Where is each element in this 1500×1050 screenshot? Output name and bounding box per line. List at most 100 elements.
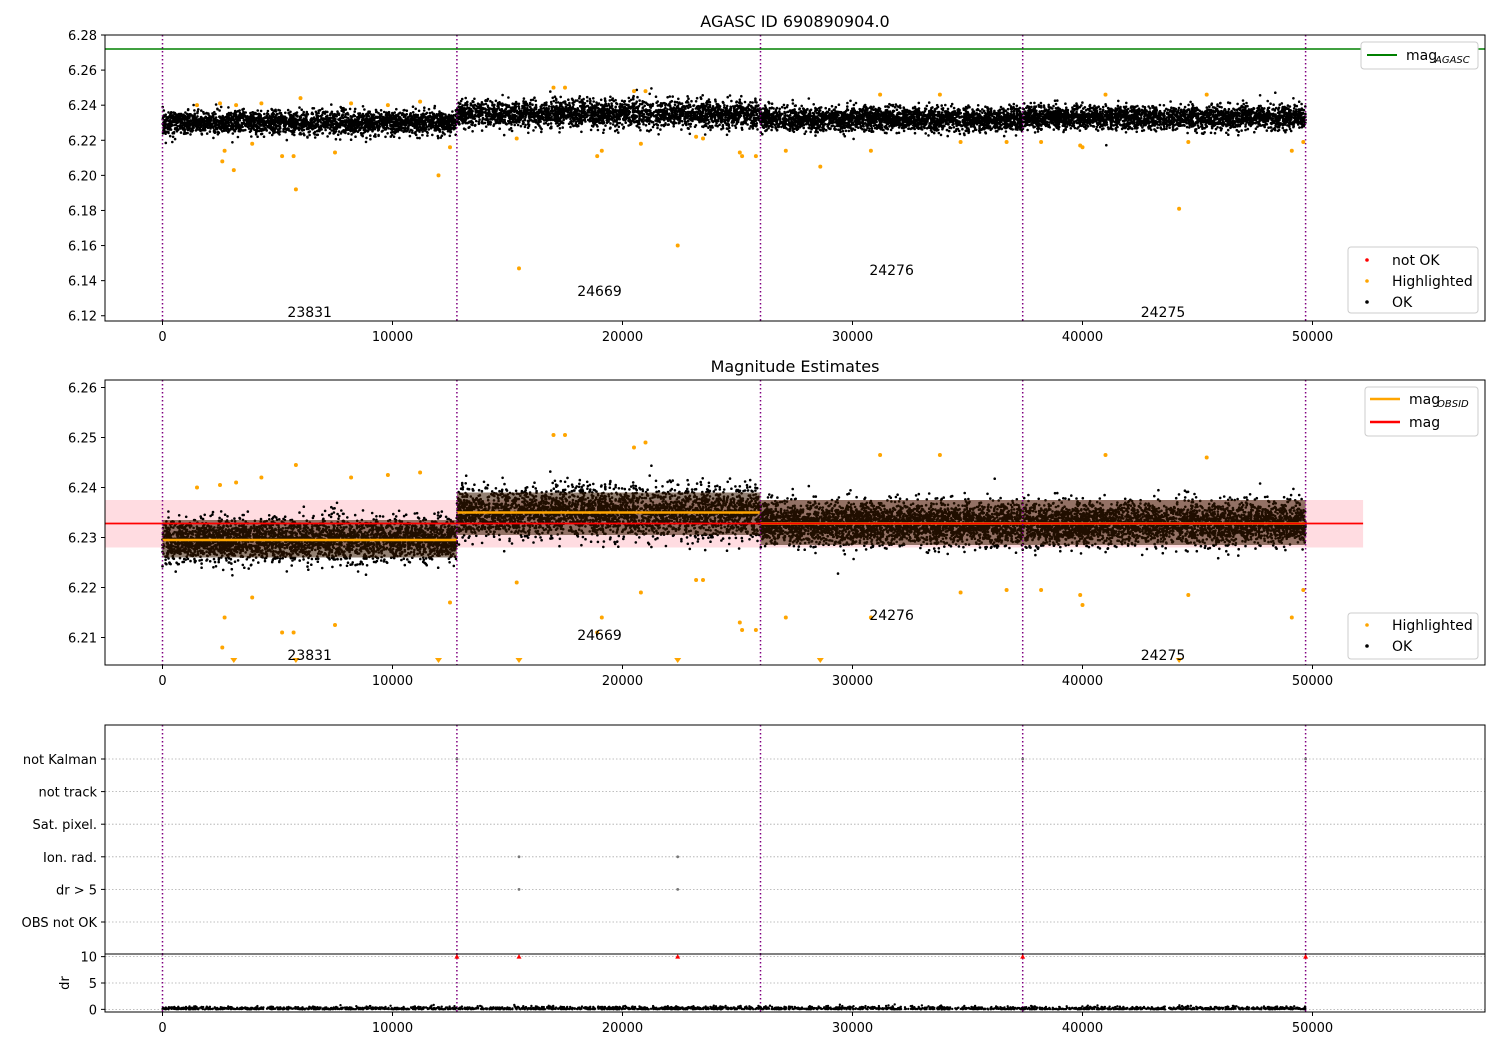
y-tick-label: 6.26 <box>68 382 97 397</box>
highlighted-point <box>868 148 873 153</box>
highlighted-point <box>737 620 742 625</box>
below-range-marker <box>674 658 682 663</box>
x-tick-label: 10000 <box>372 330 413 345</box>
highlighted-point <box>218 483 222 487</box>
highlighted-point <box>349 101 354 106</box>
highlighted-point <box>333 623 337 627</box>
highlighted-point <box>1186 593 1191 597</box>
highlighted-point <box>675 243 680 248</box>
flags-panel: not Kalman not track Sat. pixel. Ion. rad. d… <box>22 724 1486 955</box>
agasc-magnitude-panel: AGASC ID 690890904.0 23831 24669 24276 24275… <box>68 12 1486 345</box>
y-tick-label: 6.12 <box>68 310 97 325</box>
highlighted-point <box>1103 453 1108 457</box>
flag-point <box>517 888 521 891</box>
x-tick-label: 20000 <box>602 674 643 689</box>
x-tick-label: 0 <box>158 674 166 689</box>
highlighted-point <box>220 645 225 650</box>
highlighted-point <box>783 615 788 620</box>
highlighted-point <box>291 154 296 159</box>
highlighted-point <box>551 433 556 437</box>
legend-label: Highlighted <box>1392 618 1473 634</box>
ok-points <box>161 103 459 145</box>
highlighted-point <box>1301 588 1306 592</box>
highlighted-point <box>333 150 337 155</box>
x-tick-label: 40000 <box>1062 330 1103 345</box>
highlighted-point <box>1177 206 1182 211</box>
x-tick-label: 40000 <box>1062 1021 1103 1036</box>
highlighted-point <box>1039 140 1044 145</box>
highlighted-point <box>638 590 643 595</box>
flag-point <box>1304 757 1307 761</box>
y-tick-label: 5 <box>89 977 97 992</box>
highlighted-point <box>878 92 883 97</box>
highlighted-point <box>218 101 222 106</box>
flag-row-label: Ion. rad. <box>43 851 97 866</box>
x-tick-label: 20000 <box>602 1021 643 1036</box>
x-tick-label: 30000 <box>832 674 873 689</box>
legend-label: mag <box>1406 48 1437 64</box>
y-tick-label: 6.28 <box>68 29 97 44</box>
x-tick-label: 50000 <box>1292 1021 1333 1036</box>
obsid-label: 23831 <box>287 648 332 664</box>
below-range-marker <box>230 658 238 663</box>
below-range-marker <box>515 658 523 663</box>
highlighted-point <box>385 473 390 477</box>
highlighted-point <box>818 164 823 169</box>
flag-row-label: not Kalman <box>23 753 97 768</box>
ok-points <box>1021 91 1307 147</box>
highlighted-point <box>1080 603 1085 607</box>
highlighted-point <box>1301 140 1306 145</box>
highlighted-point <box>436 173 441 178</box>
x-tick-label: 30000 <box>832 1021 873 1036</box>
highlighted-point <box>195 103 199 108</box>
highlighted-point <box>298 96 303 101</box>
highlighted-point <box>1078 593 1083 597</box>
highlighted-point <box>280 154 285 159</box>
legend-sub: AGASC <box>1434 55 1470 66</box>
y-tick-label: 6.23 <box>68 532 97 547</box>
y-tick-label: 6.22 <box>68 582 97 597</box>
obsid-label: 24276 <box>869 263 914 279</box>
highlighted-point <box>1004 588 1009 592</box>
chart-title: Magnitude Estimates <box>711 357 880 376</box>
legend-label: mag <box>1409 392 1440 408</box>
flag-point <box>517 855 521 859</box>
y-tick-label: 6.21 <box>68 632 97 647</box>
highlighted-point <box>878 453 883 457</box>
highlighted-point <box>694 134 699 139</box>
highlighted-point <box>222 615 227 620</box>
highlighted-point <box>280 630 285 635</box>
ok-points <box>759 97 1024 141</box>
legend-marker <box>1365 644 1369 648</box>
legend-label: Highlighted <box>1392 274 1473 290</box>
highlighted-point <box>418 470 423 475</box>
highlighted-point <box>643 440 648 445</box>
highlighted-point <box>694 578 699 582</box>
highlighted-point <box>234 480 239 485</box>
highlighted-point <box>1103 92 1108 97</box>
figure: AGASC ID 690890904.0 23831 24669 24276 24275… <box>22 12 1486 1036</box>
ok-points <box>455 87 762 137</box>
y-tick-label: 6.14 <box>68 275 97 290</box>
dr-outlier-marker <box>516 954 522 959</box>
highlighted-point <box>1186 140 1191 145</box>
flag-point <box>455 757 459 761</box>
flag-point <box>676 888 680 891</box>
legend-sub: OBSID <box>1437 399 1469 410</box>
flag-point <box>676 855 680 859</box>
highlighted-point <box>259 101 264 106</box>
highlighted-point <box>599 148 604 153</box>
obsid-label: 24276 <box>869 608 914 624</box>
y-tick-label: 6.18 <box>68 204 97 219</box>
legend-bottom: not OK Highlighted OK <box>1347 246 1479 314</box>
highlighted-point <box>250 141 255 146</box>
highlighted-point <box>701 578 705 582</box>
x-tick-label: 30000 <box>832 330 873 345</box>
legend-label: OK <box>1392 639 1413 655</box>
highlighted-point <box>250 595 255 600</box>
below-range-marker <box>816 658 824 663</box>
highlighted-point <box>958 590 963 595</box>
highlighted-point <box>448 145 452 150</box>
highlighted-point <box>599 615 604 620</box>
highlighted-point <box>740 154 745 159</box>
